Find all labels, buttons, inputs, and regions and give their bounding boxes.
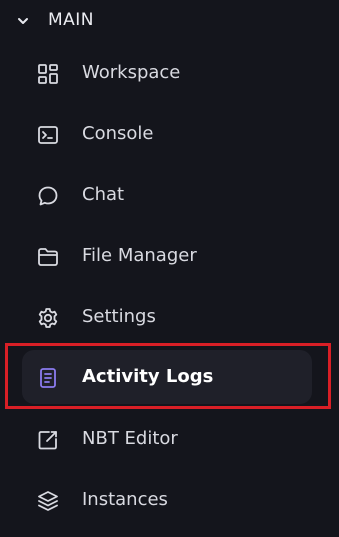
nav-item-console[interactable]: Console: [22, 107, 312, 161]
nav-item-label: Chat: [82, 184, 125, 205]
chat-bubble-icon: [36, 184, 60, 208]
terminal-icon: [36, 123, 60, 147]
dashboard-grid-icon: [36, 62, 60, 86]
section-title: MAIN: [48, 10, 95, 30]
section-header-main[interactable]: MAIN: [0, 0, 339, 40]
document-lines-icon: [36, 366, 60, 390]
nav-item-label: File Manager: [82, 245, 197, 266]
nav-item-label: Instances: [82, 489, 168, 510]
nav-item-label: Settings: [82, 306, 156, 327]
nav-item-chat[interactable]: Chat: [22, 168, 312, 222]
nav-item-activity-logs[interactable]: Activity Logs: [22, 350, 312, 404]
nav-item-label: Console: [82, 123, 154, 144]
nav-item-nbt-editor[interactable]: NBT Editor: [22, 412, 312, 466]
gear-icon: [36, 306, 60, 330]
chevron-down-icon: [16, 13, 30, 27]
nav-item-instances[interactable]: Instances: [22, 473, 312, 527]
nav-item-label: Workspace: [82, 62, 181, 83]
nav-item-label: NBT Editor: [82, 428, 178, 449]
nav-item-settings[interactable]: Settings: [22, 290, 312, 344]
edit-square-icon: [36, 428, 60, 452]
layers-icon: [36, 489, 60, 513]
nav-item-label: Activity Logs: [82, 366, 214, 387]
nav-item-workspace[interactable]: Workspace: [22, 46, 312, 100]
nav-item-file-manager[interactable]: File Manager: [22, 229, 312, 283]
folder-icon: [36, 245, 60, 269]
